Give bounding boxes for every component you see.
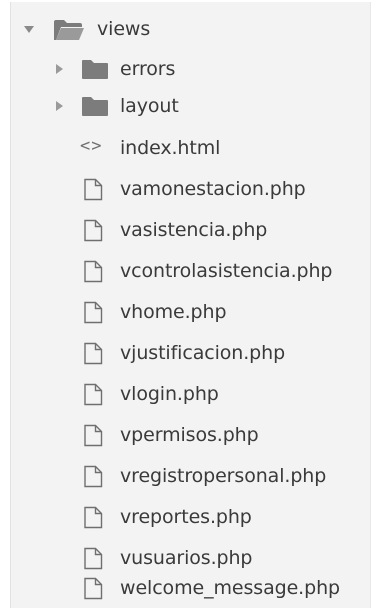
tree-item-label: index.html	[120, 137, 221, 159]
tree-item-file[interactable]: vhome.php	[11, 292, 370, 332]
tree-item-layout[interactable]: layout	[11, 86, 370, 126]
tree-item-index-html[interactable]: <> index.html	[11, 128, 370, 168]
folder-open-icon	[54, 20, 84, 40]
file-icon	[84, 260, 103, 283]
file-icon	[84, 301, 103, 324]
file-icon	[84, 465, 103, 488]
file-icon	[84, 342, 103, 365]
tree-item-label: vreportes.php	[120, 506, 252, 528]
tree-item-file[interactable]: vjustificacion.php	[11, 333, 370, 373]
tree-item-label: vlogin.php	[120, 383, 219, 405]
tree-item-label: vamonestacion.php	[120, 178, 306, 200]
file-icon	[84, 178, 103, 201]
tree-item-label: vasistencia.php	[120, 219, 268, 241]
file-icon	[84, 547, 103, 570]
tree-item-label: welcome_message.php	[120, 577, 340, 599]
tree-item-label: vpermisos.php	[120, 424, 259, 446]
tree-item-errors[interactable]: errors	[11, 49, 370, 89]
tree-item-label: layout	[120, 95, 179, 117]
tree-item-file[interactable]: vregistropersonal.php	[11, 456, 370, 496]
tree-item-label: vcontrolasistencia.php	[120, 260, 333, 282]
tree-item-views[interactable]: views	[11, 9, 370, 49]
tree-item-file[interactable]: welcome_message.php	[11, 568, 370, 608]
file-explorer-panel: views errors layout <> index.html vamone…	[10, 2, 371, 608]
code-icon: <>	[80, 136, 103, 156]
tree-item-file[interactable]: vpermisos.php	[11, 415, 370, 455]
tree-item-label: views	[97, 18, 151, 40]
tree-item-file[interactable]: vlogin.php	[11, 374, 370, 414]
folder-icon	[82, 60, 108, 79]
tree-item-label: vjustificacion.php	[120, 342, 286, 364]
chevron-right-icon[interactable]	[56, 101, 63, 111]
file-icon	[84, 577, 103, 600]
tree-item-label: vregistropersonal.php	[120, 465, 327, 487]
folder-icon	[82, 97, 108, 116]
file-icon	[84, 424, 103, 447]
tree-item-file[interactable]: vcontrolasistencia.php	[11, 251, 370, 291]
file-icon	[84, 383, 103, 406]
tree-item-label: vhome.php	[120, 301, 227, 323]
tree-item-file[interactable]: vreportes.php	[11, 497, 370, 537]
tree-item-file[interactable]: vasistencia.php	[11, 210, 370, 250]
file-icon	[84, 506, 103, 529]
tree-item-file[interactable]: vamonestacion.php	[11, 169, 370, 209]
chevron-right-icon[interactable]	[56, 64, 63, 74]
chevron-down-icon[interactable]	[24, 26, 34, 33]
file-icon	[84, 219, 103, 242]
tree-item-label: errors	[120, 58, 176, 80]
